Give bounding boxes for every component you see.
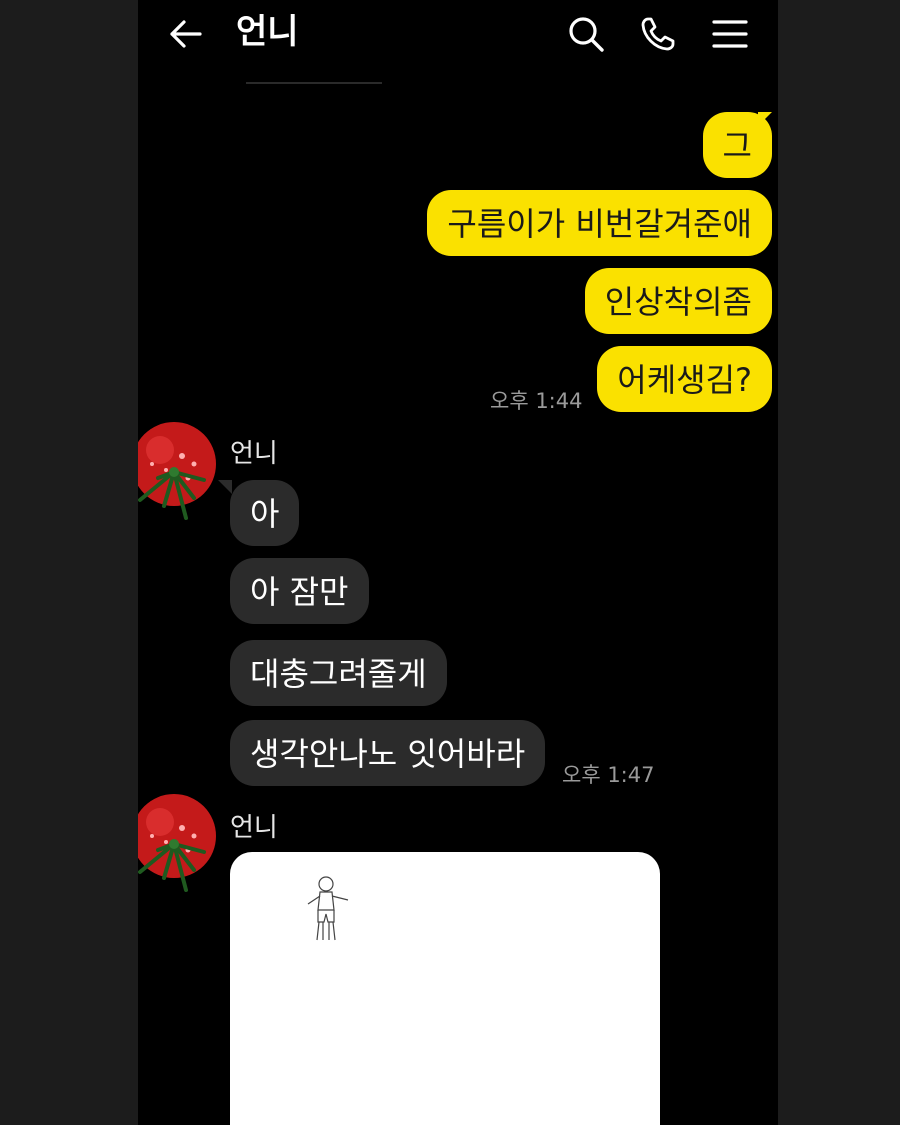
chat-title: 언니 (236, 12, 299, 52)
tomato-avatar-icon[interactable] (138, 420, 220, 520)
bubble-tail (218, 480, 232, 494)
message-timestamp: 오후 1:47 (562, 763, 655, 787)
chat-header: 언니 (138, 0, 778, 70)
message-text: 인상착의좀 (604, 283, 752, 321)
their-message-bubble[interactable]: 생각안나노 잇어바라 (230, 720, 546, 786)
search-icon[interactable] (566, 14, 606, 54)
message-timestamp: 오후 1:44 (490, 389, 583, 413)
chat-screen: 언니 그 구름이가 비번갈겨준애 인상착의좀 어케생김? 오후 1:44 언니 … (138, 0, 778, 1125)
their-message-bubble[interactable]: 대충그려줄게 (230, 640, 447, 706)
message-text: 아 잠만 (250, 573, 349, 611)
message-text: 그 (722, 127, 752, 165)
my-message-bubble[interactable]: 구름이가 비번갈겨준애 (427, 190, 772, 256)
my-message-bubble[interactable]: 인상착의좀 (584, 268, 772, 334)
message-text: 구름이가 비번갈겨준애 (447, 205, 752, 243)
bubble-tail (758, 112, 772, 126)
image-attachment[interactable] (230, 852, 660, 1125)
tomato-avatar-icon[interactable] (138, 792, 220, 892)
stick-figure-drawing-icon (307, 876, 349, 941)
phone-icon[interactable] (638, 14, 678, 54)
their-message-bubble[interactable]: 아 잠만 (230, 558, 369, 624)
screenshot-frame: 언니 그 구름이가 비번갈겨준애 인상착의좀 어케생김? 오후 1:44 언니 … (0, 0, 900, 1125)
message-text: 아 (250, 495, 280, 533)
sender-name: 언니 (230, 813, 278, 843)
menu-icon[interactable] (710, 14, 750, 54)
their-message-bubble[interactable]: 아 (230, 480, 300, 546)
scroll-divider (246, 82, 382, 84)
message-text: 대충그려줄게 (250, 655, 427, 693)
sender-name: 언니 (230, 439, 278, 469)
message-text: 어케생김? (617, 361, 752, 399)
my-message-bubble[interactable]: 어케생김? (597, 346, 772, 412)
arrow-left-icon[interactable] (166, 14, 206, 54)
message-text: 생각안나노 잇어바라 (250, 735, 526, 773)
